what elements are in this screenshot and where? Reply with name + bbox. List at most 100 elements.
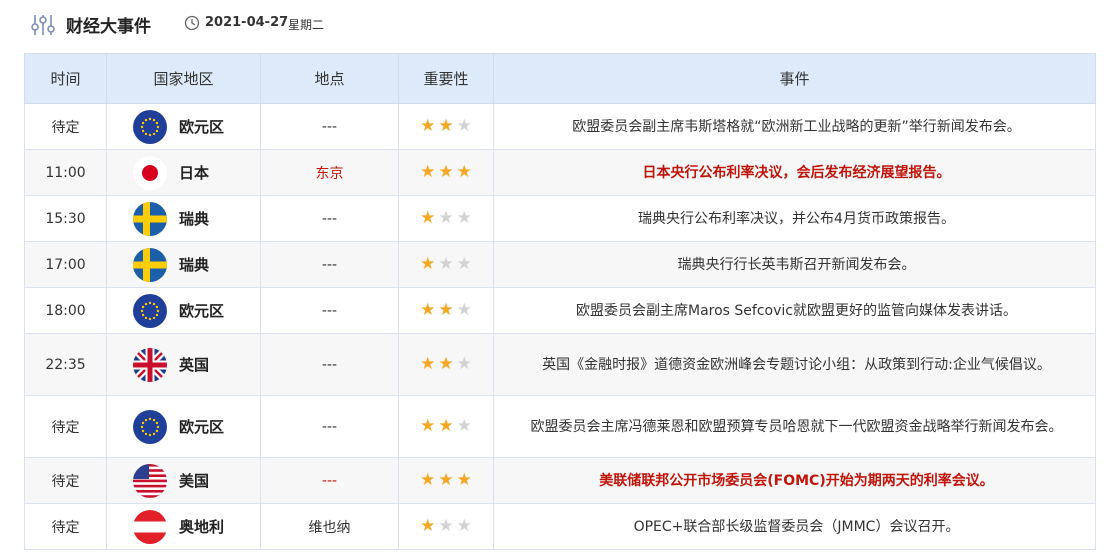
country-name: 奥地利 [179, 518, 225, 536]
eu-flag-icon [133, 109, 167, 144]
country-cell: 欧元区 [106, 395, 261, 458]
importance-stars: ★ ★ ★ [420, 356, 472, 373]
clock-icon [184, 15, 200, 31]
col-header-country: 国家地区 [106, 53, 261, 104]
importance-stars: ★ ★ ★ [420, 118, 472, 135]
star-icon: ★ [420, 354, 436, 374]
importance-cell: ★ ★ ★ [398, 503, 494, 550]
eu-flag-icon [133, 409, 167, 444]
importance-stars: ★ ★ ★ [420, 302, 472, 319]
table-row: 22:35 英国 --- ★ ★ ★ 英国《金融时报》道德资金欧洲峰会专题讨论小组：从政策到… [24, 333, 1096, 396]
star-icon: ★ [438, 116, 454, 136]
country-cell: 英国 [106, 333, 261, 396]
filter-sliders-icon [31, 15, 55, 35]
col-header-location: 地点 [260, 53, 399, 104]
country-name: 欧元区 [179, 118, 225, 136]
table-row: 18:00 欧元区 --- ★ ★ ★ 欧盟委员会副主席Maros Sefcovic就欧盟更… [24, 287, 1096, 334]
jp-flag-icon [133, 155, 167, 190]
time-cell: 18:00 [24, 287, 107, 334]
country-name: 欧元区 [179, 418, 225, 436]
se-flag-icon [133, 201, 167, 236]
event-cell: 瑞典央行公布利率决议，并公布4月货币政策报告。 [493, 195, 1096, 242]
star-icon: ★ [438, 516, 454, 536]
table-row: 15:30 瑞典 --- ★ ★ ★ 瑞典央行公布利率决议，并公布4月货币政策报告。 [24, 195, 1096, 242]
event-cell: 欧盟委员会主席冯德莱恩和欧盟预算专员哈恩就下一代欧盟资金战略举行新闻发布会。 [493, 395, 1096, 458]
event-cell: 瑞典央行行长英韦斯召开新闻发布会。 [493, 241, 1096, 288]
time-cell: 22:35 [24, 333, 107, 396]
location-cell: --- [260, 241, 399, 288]
country-cell: 欧元区 [106, 103, 261, 150]
importance-stars: ★ ★ ★ [420, 472, 472, 489]
time-cell: 待定 [24, 503, 107, 550]
star-icon: ★ [438, 162, 454, 182]
table-row: 待定 美国 --- ★ ★ ★ 美联储联邦公开市场委员会(FOMC)开始为期两天的利率会议。 [24, 457, 1096, 504]
events-table: 时间 国家地区 地点 重要性 事件 待定 欧元区 --- ★ ★ ★ 欧盟委员会副主席韦斯塔… [24, 53, 1096, 550]
importance-stars: ★ ★ ★ [420, 418, 472, 435]
star-icon: ★ [438, 416, 454, 436]
se-flag-icon [133, 247, 167, 282]
importance-stars: ★ ★ ★ [420, 210, 472, 227]
country-cell: 美国 [106, 457, 261, 504]
time-cell: 15:30 [24, 195, 107, 242]
event-cell: 英国《金融时报》道德资金欧洲峰会专题讨论小组：从政策到行动:企业气候倡议。 [493, 333, 1096, 396]
country-name: 美国 [179, 472, 210, 490]
star-icon: ★ [420, 116, 436, 136]
country-name: 欧元区 [179, 302, 225, 320]
at-flag-icon [133, 509, 167, 544]
star-icon: ★ [420, 516, 436, 536]
importance-stars: ★ ★ ★ [420, 256, 472, 273]
star-icon: ★ [438, 470, 454, 490]
table-row: 11:00 日本 东京 ★ ★ ★ 日本央行公布利率决议，会后发布经济展望报告。 [24, 149, 1096, 196]
table-row: 待定 欧元区 --- ★ ★ ★ 欧盟委员会主席冯德莱恩和欧盟预算专员哈恩就下一代欧盟资金战… [24, 395, 1096, 458]
col-header-time: 时间 [24, 53, 107, 104]
country-name: 瑞典 [179, 256, 210, 274]
country-name: 瑞典 [179, 210, 210, 228]
time-cell: 17:00 [24, 241, 107, 288]
star-icon: ★ [456, 208, 472, 228]
star-icon: ★ [456, 162, 472, 182]
star-icon: ★ [456, 116, 472, 136]
country-cell: 欧元区 [106, 287, 261, 334]
importance-cell: ★ ★ ★ [398, 395, 494, 458]
page-title: 财经大事件 [66, 17, 151, 37]
star-icon: ★ [456, 416, 472, 436]
country-name: 英国 [179, 356, 210, 374]
star-icon: ★ [420, 254, 436, 274]
us-flag-icon [133, 463, 167, 498]
time-cell: 待定 [24, 395, 107, 458]
star-icon: ★ [456, 470, 472, 490]
importance-cell: ★ ★ ★ [398, 103, 494, 150]
location-cell: --- [260, 103, 399, 150]
country-cell: 瑞典 [106, 241, 261, 288]
time-cell: 待定 [24, 457, 107, 504]
time-cell: 11:00 [24, 149, 107, 196]
country-name: 日本 [179, 164, 210, 182]
importance-cell: ★ ★ ★ [398, 195, 494, 242]
star-icon: ★ [420, 300, 436, 320]
col-header-event: 事件 [493, 53, 1096, 104]
time-cell: 待定 [24, 103, 107, 150]
importance-stars: ★ ★ ★ [420, 518, 472, 535]
star-icon: ★ [456, 300, 472, 320]
star-icon: ★ [420, 208, 436, 228]
location-cell: --- [260, 333, 399, 396]
event-cell: OPEC+联合部长级监督委员会（JMMC）会议召开。 [493, 503, 1096, 550]
importance-cell: ★ ★ ★ [398, 149, 494, 196]
location-cell: --- [260, 457, 399, 504]
location-cell: 维也纳 [260, 503, 399, 550]
country-cell: 日本 [106, 149, 261, 196]
country-cell: 瑞典 [106, 195, 261, 242]
star-icon: ★ [420, 470, 436, 490]
event-cell: 美联储联邦公开市场委员会(FOMC)开始为期两天的利率会议。 [493, 457, 1096, 504]
uk-flag-icon [133, 347, 167, 382]
star-icon: ★ [438, 254, 454, 274]
importance-cell: ★ ★ ★ [398, 241, 494, 288]
weekday-label: 星期二 [288, 18, 325, 32]
star-icon: ★ [456, 254, 472, 274]
location-cell: --- [260, 395, 399, 458]
location-cell: 东京 [260, 149, 399, 196]
star-icon: ★ [438, 300, 454, 320]
importance-cell: ★ ★ ★ [398, 287, 494, 334]
star-icon: ★ [420, 416, 436, 436]
star-icon: ★ [438, 354, 454, 374]
